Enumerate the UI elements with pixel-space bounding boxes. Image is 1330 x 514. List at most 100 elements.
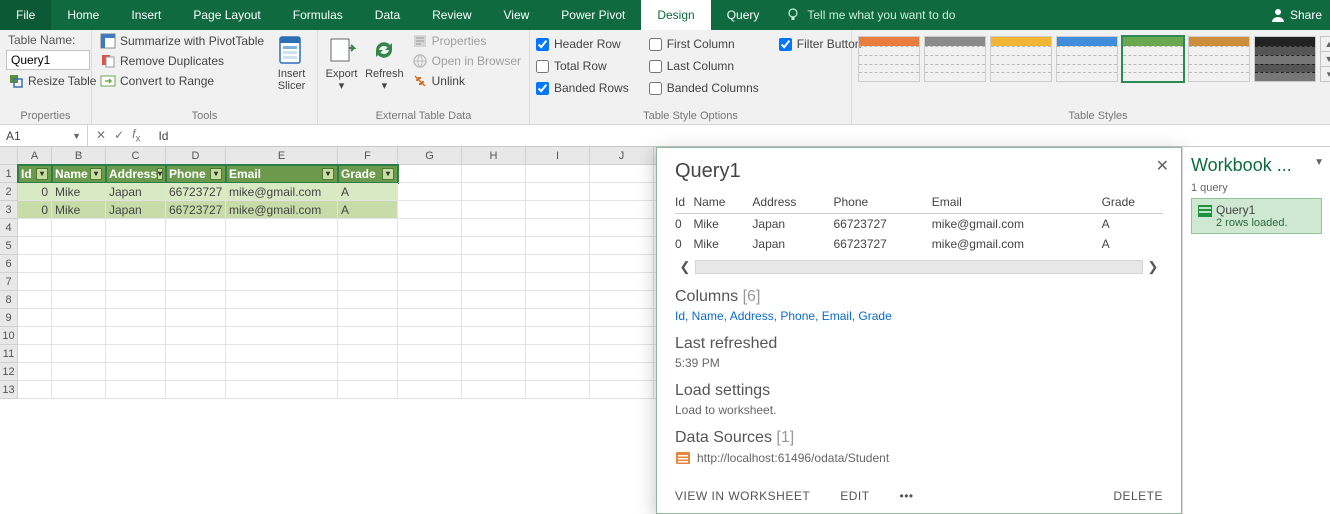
cell[interactable]: [338, 219, 398, 237]
accept-formula-button[interactable]: ✓: [114, 128, 124, 142]
scroll-left-button[interactable]: ❮: [675, 259, 695, 275]
cell[interactable]: [52, 237, 106, 255]
col-header-G[interactable]: G: [398, 147, 462, 165]
cell[interactable]: [166, 219, 226, 237]
cell[interactable]: [462, 363, 526, 381]
cell[interactable]: [398, 381, 462, 399]
scroll-right-button[interactable]: ❯: [1143, 259, 1163, 275]
row-header-6[interactable]: 6: [0, 255, 18, 273]
col-header-B[interactable]: B: [52, 147, 106, 165]
cell[interactable]: [18, 309, 52, 327]
cell[interactable]: [226, 363, 338, 381]
table-header-Grade[interactable]: Grade▾: [338, 165, 398, 183]
cell[interactable]: [338, 327, 398, 345]
close-panel-button[interactable]: ✕: [1156, 156, 1169, 176]
chk-last-column[interactable]: Last Column: [649, 58, 759, 74]
share-button[interactable]: Share: [1262, 0, 1330, 30]
row-header-8[interactable]: 8: [0, 291, 18, 309]
cell[interactable]: [226, 309, 338, 327]
open-browser-button[interactable]: Open in Browser: [410, 52, 523, 70]
cancel-formula-button[interactable]: ✕: [96, 128, 106, 142]
tab-view[interactable]: View: [488, 0, 546, 30]
cell[interactable]: [226, 327, 338, 345]
cell[interactable]: [526, 183, 590, 201]
scroll-track[interactable]: [695, 260, 1143, 274]
row-header-12[interactable]: 12: [0, 363, 18, 381]
tab-insert[interactable]: Insert: [115, 0, 177, 30]
tab-review[interactable]: Review: [416, 0, 487, 30]
cell[interactable]: [526, 327, 590, 345]
cell[interactable]: [106, 309, 166, 327]
formula-value[interactable]: Id: [148, 129, 178, 143]
cell[interactable]: [526, 381, 590, 399]
cell[interactable]: [590, 327, 654, 345]
wq-dropdown-icon[interactable]: ▼: [1314, 157, 1324, 168]
filter-dropdown-icon[interactable]: ▾: [36, 168, 48, 180]
cell[interactable]: [590, 201, 654, 219]
cell[interactable]: [590, 345, 654, 363]
col-header-J[interactable]: J: [590, 147, 654, 165]
chk-banded-rows[interactable]: Banded Rows: [536, 80, 629, 96]
table-header-Name[interactable]: Name▾: [52, 165, 106, 183]
table-style-3[interactable]: [1056, 36, 1118, 82]
summarize-pivot-button[interactable]: Summarize with PivotTable: [98, 32, 266, 50]
filter-dropdown-icon[interactable]: ▾: [382, 168, 394, 180]
table-style-1[interactable]: [924, 36, 986, 82]
cell[interactable]: [226, 219, 338, 237]
cell[interactable]: [338, 237, 398, 255]
cell[interactable]: [52, 219, 106, 237]
col-header-E[interactable]: E: [226, 147, 338, 165]
cell[interactable]: [526, 291, 590, 309]
tab-query[interactable]: Query: [711, 0, 776, 30]
tab-power-pivot[interactable]: Power Pivot: [545, 0, 641, 30]
cell[interactable]: [462, 219, 526, 237]
cell[interactable]: [52, 273, 106, 291]
cell[interactable]: [106, 363, 166, 381]
resize-table-button[interactable]: Resize Table: [6, 72, 98, 90]
col-header-H[interactable]: H: [462, 147, 526, 165]
cell[interactable]: [166, 345, 226, 363]
cell[interactable]: [18, 237, 52, 255]
cell[interactable]: [106, 381, 166, 399]
cell[interactable]: [338, 273, 398, 291]
table-header-Phone[interactable]: Phone▾: [166, 165, 226, 183]
cell[interactable]: [590, 309, 654, 327]
filter-dropdown-icon[interactable]: ▾: [210, 168, 222, 180]
cell[interactable]: [226, 255, 338, 273]
cell[interactable]: [52, 309, 106, 327]
cell[interactable]: [462, 273, 526, 291]
styles-down[interactable]: ▼: [1321, 52, 1330, 67]
cell[interactable]: [166, 309, 226, 327]
col-header-A[interactable]: A: [18, 147, 52, 165]
cell[interactable]: [526, 201, 590, 219]
cell[interactable]: [590, 273, 654, 291]
cell[interactable]: [18, 345, 52, 363]
cell[interactable]: [398, 327, 462, 345]
chk-filter-button[interactable]: Filter Button: [779, 36, 862, 52]
edit-button[interactable]: EDIT: [840, 489, 869, 503]
cell[interactable]: [590, 237, 654, 255]
row-header-9[interactable]: 9: [0, 309, 18, 327]
remove-duplicates-button[interactable]: Remove Duplicates: [98, 52, 266, 70]
cell[interactable]: [106, 255, 166, 273]
cell[interactable]: [18, 363, 52, 381]
cell[interactable]: [590, 165, 654, 183]
cell[interactable]: [462, 165, 526, 183]
cell[interactable]: [526, 165, 590, 183]
tab-home[interactable]: Home: [51, 0, 115, 30]
cell[interactable]: [338, 309, 398, 327]
cell[interactable]: [18, 255, 52, 273]
cell[interactable]: [166, 255, 226, 273]
cell[interactable]: [526, 273, 590, 291]
fx-button[interactable]: fx: [132, 127, 140, 144]
row-header-2[interactable]: 2: [0, 183, 18, 201]
cell[interactable]: [52, 381, 106, 399]
table-style-0[interactable]: [858, 36, 920, 82]
cell[interactable]: [590, 183, 654, 201]
table-style-4[interactable]: [1122, 36, 1184, 82]
cell[interactable]: [398, 165, 462, 183]
cell[interactable]: [398, 255, 462, 273]
cell[interactable]: [338, 291, 398, 309]
cell[interactable]: [166, 381, 226, 399]
col-header-C[interactable]: C: [106, 147, 166, 165]
